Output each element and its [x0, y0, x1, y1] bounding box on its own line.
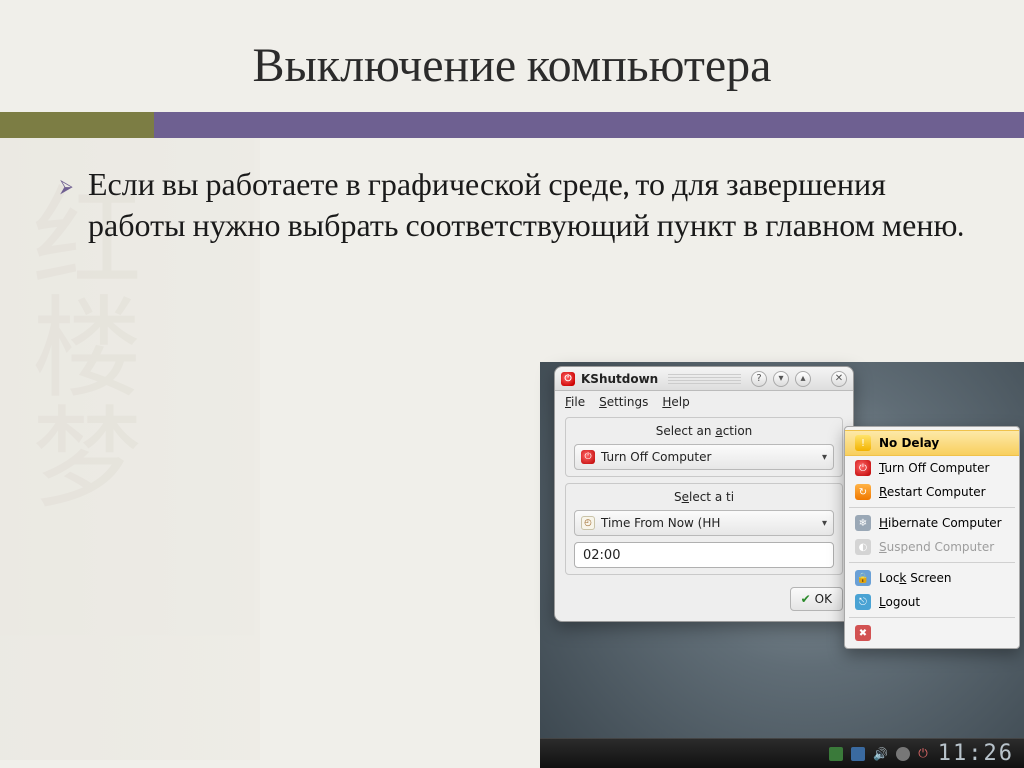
- menu-separator: [849, 562, 1015, 563]
- taskbar[interactable]: 🔊 ⏻ 11:26: [540, 738, 1024, 768]
- check-icon: ✔: [801, 592, 811, 606]
- window-titlebar[interactable]: ⏻ KShutdown ? ▾ ▴ ✕: [555, 367, 853, 391]
- menu-item-label: Lock Screen: [879, 571, 1009, 585]
- power-icon: ⏻: [855, 460, 871, 476]
- time-mode-combo[interactable]: ◴ Time From Now (HH ▾: [574, 510, 834, 536]
- menu-item-label: Suspend Computer: [879, 540, 1009, 554]
- menu-file[interactable]: File: [565, 395, 585, 409]
- power-icon: ⏻: [581, 450, 595, 464]
- slide-body: ⮚ Если вы работаете в графической среде,…: [60, 165, 984, 247]
- time-mode-value: Time From Now (HH: [601, 516, 720, 530]
- accent-stripe: [0, 112, 1024, 138]
- menu-settings[interactable]: Settings: [599, 395, 648, 409]
- time-input[interactable]: 02:00: [574, 542, 834, 568]
- chevron-down-icon: ▾: [822, 518, 827, 529]
- action-combo[interactable]: ⏻ Turn Off Computer ▾: [574, 444, 834, 470]
- app-icon: ⏻: [561, 372, 575, 386]
- menu-item-logout[interactable]: ⎋ Logout: [845, 590, 1019, 614]
- warning-icon: !: [855, 435, 871, 451]
- action-combo-value: Turn Off Computer: [601, 450, 711, 464]
- time-value: 02:00: [583, 548, 620, 563]
- menubar: File Settings Help: [555, 391, 853, 411]
- stripe-purple: [154, 112, 1024, 138]
- menu-item-suspend: ◐ Suspend Computer: [845, 535, 1019, 559]
- menu-item-label: No Delay: [879, 436, 1009, 450]
- tray-icon[interactable]: [851, 747, 865, 761]
- dialog-buttons: ✔ OK: [555, 581, 853, 621]
- clock-icon: ◴: [581, 516, 595, 530]
- menu-item-label: Restart Computer: [879, 485, 1009, 499]
- stripe-olive: [0, 112, 154, 138]
- ok-button[interactable]: ✔ OK: [790, 587, 843, 611]
- menu-item-no-delay[interactable]: ! No Delay: [845, 430, 1019, 456]
- minimize-button[interactable]: ▾: [773, 371, 789, 387]
- maximize-button[interactable]: ▴: [795, 371, 811, 387]
- ok-label: OK: [815, 592, 832, 606]
- menu-item-lock[interactable]: 🔒 Lock Screen: [845, 566, 1019, 590]
- menu-item-label: Hibernate Computer: [879, 516, 1009, 530]
- action-popup-menu: ! No Delay ⏻ Turn Off Computer ↻ Restart…: [844, 426, 1020, 649]
- menu-item-turn-off[interactable]: ⏻ Turn Off Computer: [845, 456, 1019, 480]
- body-paragraph: Если вы работаете в графической среде, т…: [88, 165, 984, 247]
- time-panel: Select a ti ◴ Time From Now (HH ▾ 02:00: [565, 483, 843, 575]
- quit-icon: ✖: [855, 625, 871, 641]
- system-tray: 🔊 ⏻: [829, 746, 927, 761]
- menu-item-hibernate[interactable]: ❄ Hibernate Computer: [845, 511, 1019, 535]
- menu-separator: [849, 507, 1015, 508]
- tray-icon[interactable]: [829, 747, 843, 761]
- presentation-slide: 红楼梦 Выключение компьютера ⮚ Если вы рабо…: [0, 0, 1024, 768]
- taskbar-clock[interactable]: 11:26: [938, 741, 1014, 766]
- bullet-icon: ⮚: [60, 165, 88, 247]
- close-button[interactable]: ✕: [831, 371, 847, 387]
- menu-item-restart[interactable]: ↻ Restart Computer: [845, 480, 1019, 504]
- menu-item-label: Logout: [879, 595, 1009, 609]
- hibernate-icon: ❄: [855, 515, 871, 531]
- menu-help[interactable]: Help: [662, 395, 689, 409]
- menu-separator: [849, 617, 1015, 618]
- action-panel: Select an action ⏻ Turn Off Computer ▾: [565, 417, 843, 477]
- kshutdown-window: ⏻ KShutdown ? ▾ ▴ ✕ File Settings Help S…: [554, 366, 854, 622]
- volume-icon[interactable]: 🔊: [873, 747, 888, 761]
- help-button[interactable]: ?: [751, 371, 767, 387]
- tray-icon[interactable]: [896, 747, 910, 761]
- menu-item-label: Turn Off Computer: [879, 461, 1009, 475]
- titlebar-grip: [668, 374, 741, 384]
- embedded-screenshot: ⏻ KShutdown ? ▾ ▴ ✕ File Settings Help S…: [540, 362, 1024, 768]
- slide-title: Выключение компьютера: [0, 38, 1024, 93]
- menu-item-quit[interactable]: ✖: [845, 621, 1019, 645]
- window-title: KShutdown: [581, 372, 658, 386]
- power-icon[interactable]: ⏻: [918, 746, 928, 761]
- action-label: Select an action: [574, 424, 834, 438]
- lock-icon: 🔒: [855, 570, 871, 586]
- logout-icon: ⎋: [855, 594, 871, 610]
- suspend-icon: ◐: [855, 539, 871, 555]
- time-label: Select a ti: [574, 490, 834, 504]
- restart-icon: ↻: [855, 484, 871, 500]
- chevron-down-icon: ▾: [822, 452, 827, 463]
